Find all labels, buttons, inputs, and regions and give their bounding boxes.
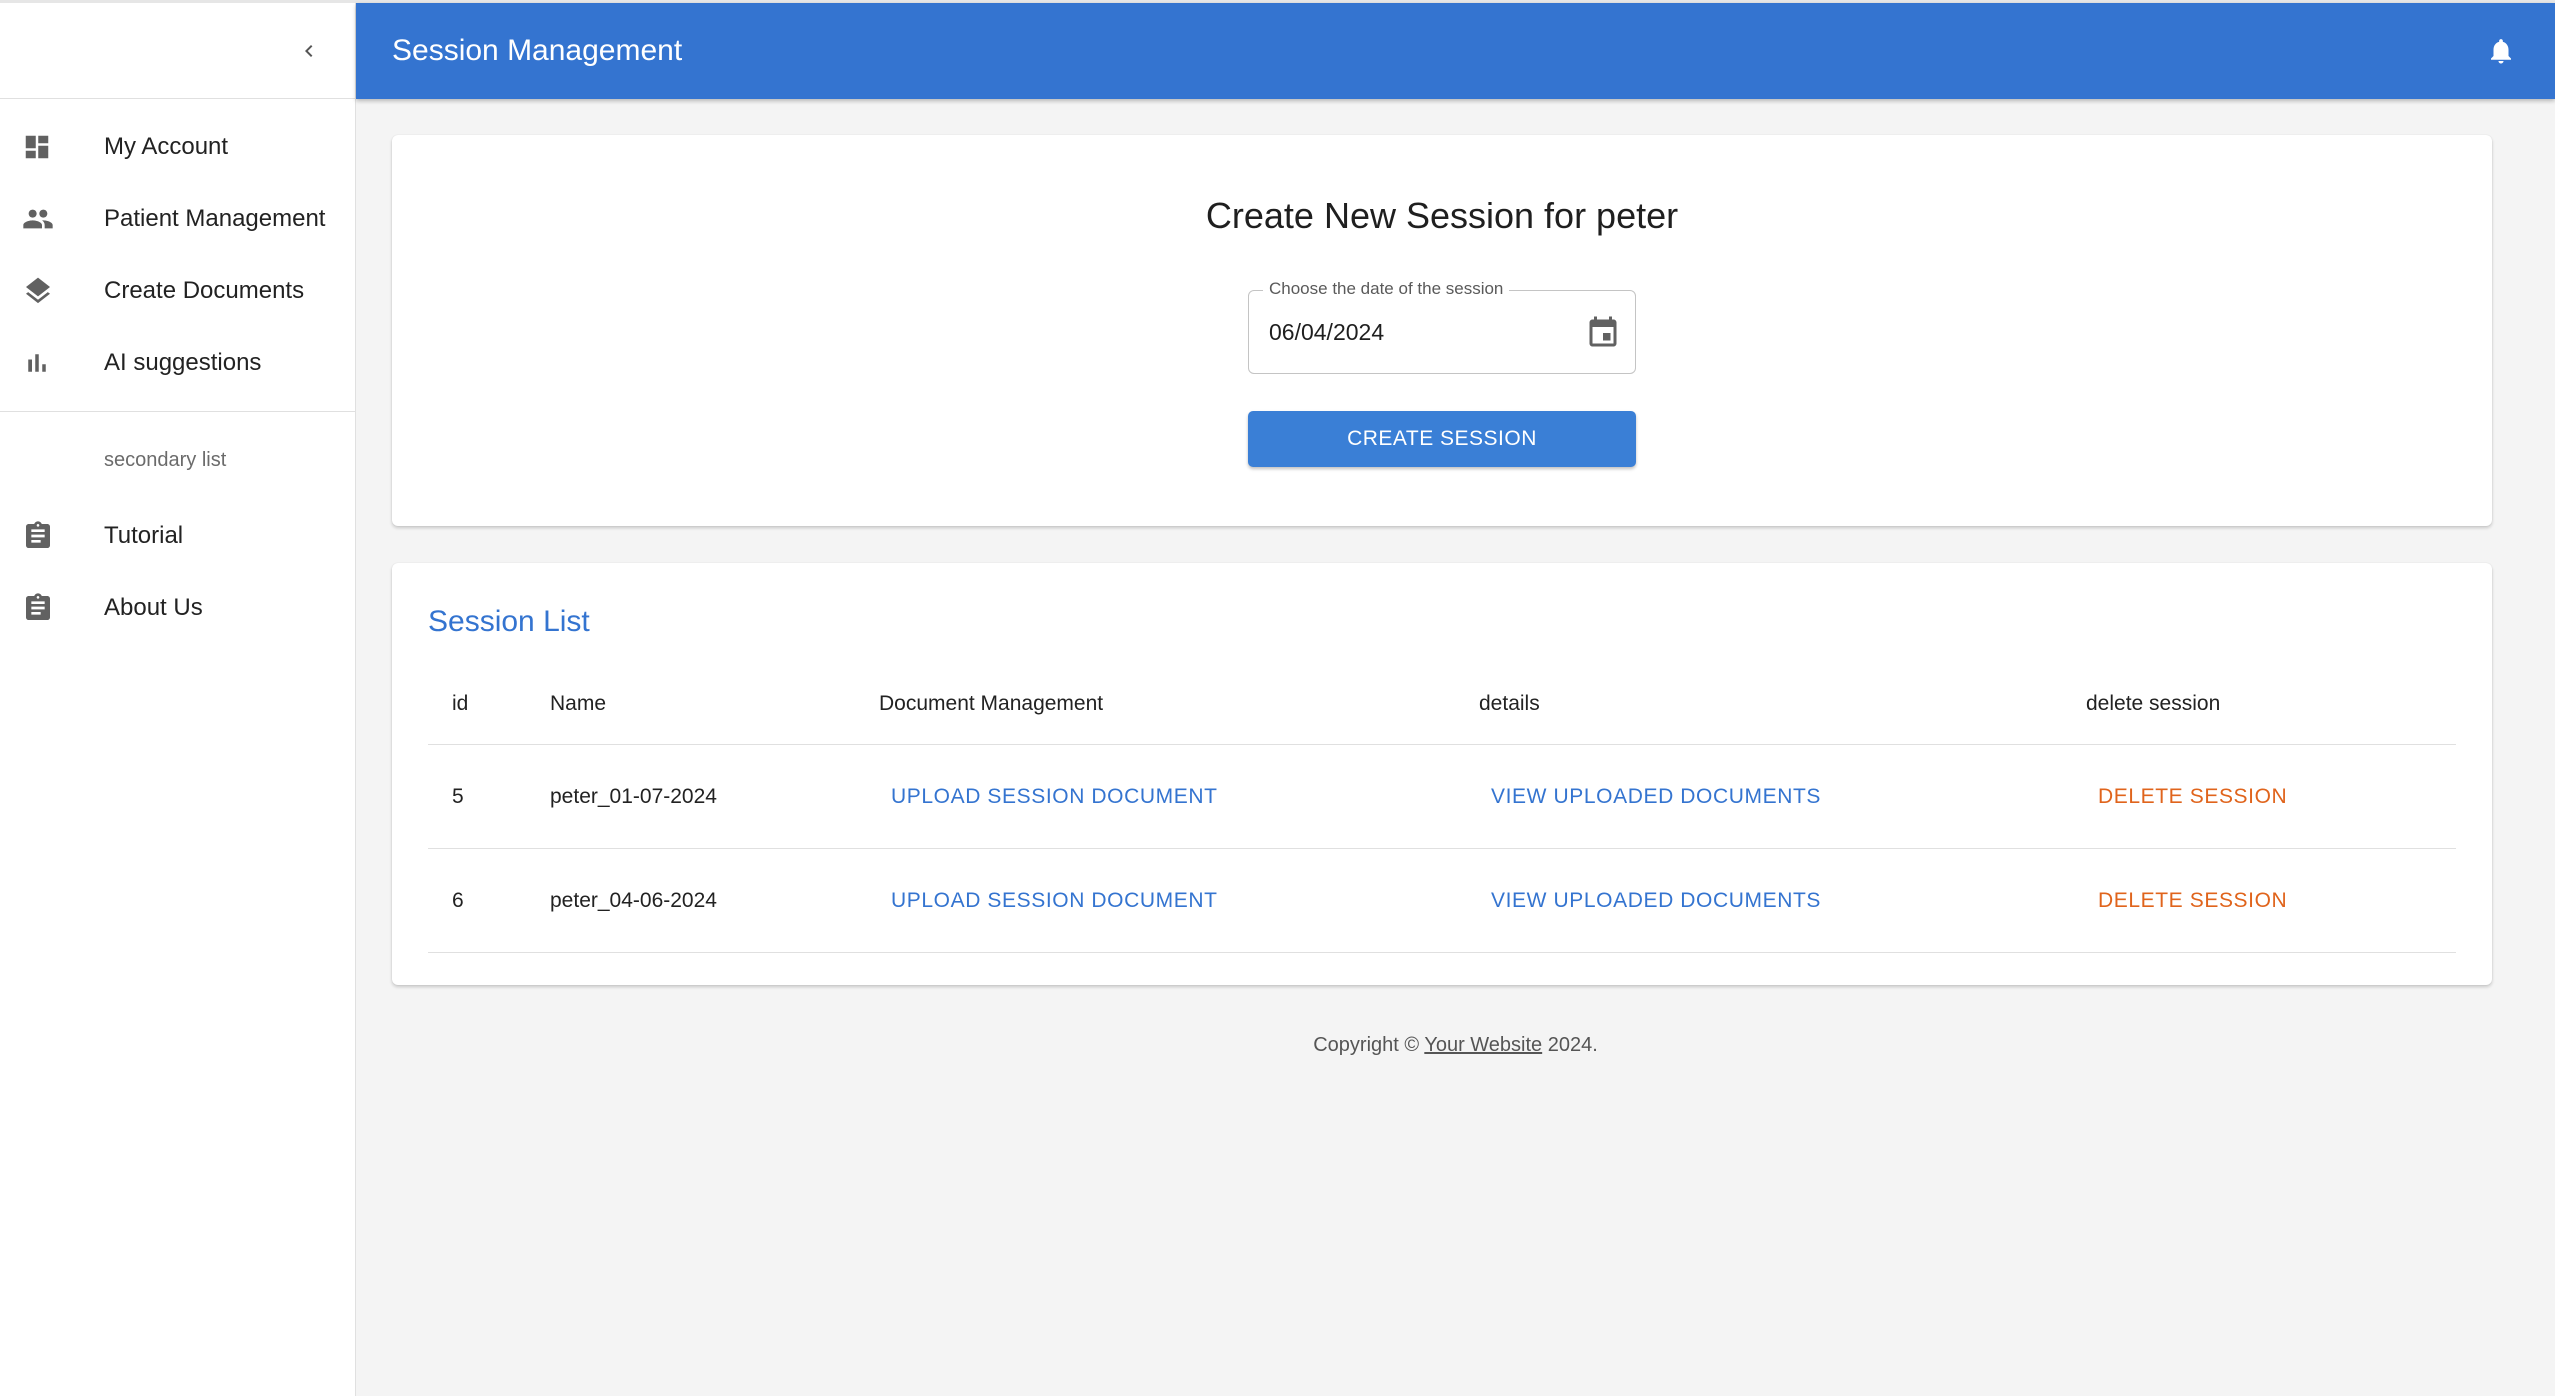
upload-session-document-button[interactable]: UPLOAD SESSION DOCUMENT	[879, 883, 1230, 919]
view-uploaded-documents-button[interactable]: VIEW UPLOADED DOCUMENTS	[1479, 883, 1833, 919]
session-name: peter_01-07-2024	[550, 784, 717, 808]
session-id: 6	[452, 888, 464, 912]
sidebar-item-label: My Account	[104, 133, 229, 160]
footer: Copyright © Your Website 2024.	[356, 1034, 2555, 1057]
sidebar: My Account Patient Management Create Doc…	[0, 3, 356, 1396]
session-table: id Name Document Management details dele…	[428, 663, 2456, 953]
column-header-document-management: Document Management	[879, 691, 1104, 715]
sidebar-item-my-account[interactable]: My Account	[0, 111, 355, 183]
assignment-icon	[0, 520, 104, 552]
column-header-id: id	[452, 691, 469, 715]
assignment-icon	[0, 592, 104, 624]
notifications-button[interactable]	[2481, 31, 2521, 71]
layers-icon	[0, 275, 104, 307]
sidebar-header	[0, 3, 355, 99]
column-header-name: Name	[550, 691, 607, 715]
create-session-card: Create New Session for peter Choose the …	[392, 135, 2492, 526]
session-date-label: Choose the date of the session	[1263, 279, 1510, 299]
dashboard-icon	[0, 132, 104, 162]
delete-session-button[interactable]: DELETE SESSION	[2086, 779, 2299, 815]
view-uploaded-documents-button[interactable]: VIEW UPLOADED DOCUMENTS	[1479, 779, 1833, 815]
table-row: 5 peter_01-07-2024 UPLOAD SESSION DOCUME…	[428, 745, 2456, 849]
session-list-title: Session List	[428, 605, 590, 638]
secondary-nav-list: Tutorial About Us	[0, 500, 355, 644]
sidebar-item-label: AI suggestions	[104, 349, 262, 376]
session-date-value: 06/04/2024	[1269, 319, 1385, 345]
secondary-list-header: secondary list	[104, 448, 227, 471]
sidebar-item-create-documents[interactable]: Create Documents	[0, 255, 355, 327]
calendar-icon[interactable]	[1585, 315, 1621, 351]
website-link[interactable]: Your Website	[1424, 1034, 1542, 1056]
primary-nav-list: My Account Patient Management Create Doc…	[0, 99, 355, 412]
copyright-suffix: 2024.	[1542, 1034, 1598, 1056]
bar-chart-icon	[0, 348, 104, 378]
app-bar: Session Management	[356, 3, 2555, 99]
column-header-details: details	[1479, 691, 1540, 715]
session-id: 5	[452, 784, 464, 808]
session-date-field[interactable]: Choose the date of the session 06/04/202…	[1248, 279, 1636, 374]
sidebar-item-label: Tutorial	[104, 522, 184, 549]
column-header-delete-session: delete session	[2086, 691, 2221, 715]
sidebar-item-ai-suggestions[interactable]: AI suggestions	[0, 327, 355, 399]
sidebar-item-label: Patient Management	[104, 205, 326, 232]
page-title: Session Management	[392, 34, 683, 67]
sidebar-item-label: About Us	[104, 594, 203, 621]
session-name: peter_04-06-2024	[550, 888, 717, 912]
sidebar-item-label: Create Documents	[104, 277, 305, 304]
delete-session-button[interactable]: DELETE SESSION	[2086, 883, 2299, 919]
bell-icon	[2491, 39, 2511, 64]
sidebar-item-about-us[interactable]: About Us	[0, 572, 355, 644]
sidebar-item-tutorial[interactable]: Tutorial	[0, 500, 355, 572]
sidebar-item-patient-management[interactable]: Patient Management	[0, 183, 355, 255]
collapse-sidebar-button[interactable]	[291, 33, 327, 69]
upload-session-document-button[interactable]: UPLOAD SESSION DOCUMENT	[879, 779, 1230, 815]
people-icon	[0, 203, 104, 235]
session-list-card: Session List id Name Document Management…	[392, 563, 2492, 985]
create-session-button[interactable]: CREATE SESSION	[1248, 411, 1636, 467]
table-header-row: id Name Document Management details dele…	[428, 663, 2456, 745]
create-session-title: Create New Session for peter	[1205, 195, 1679, 236]
chevron-left-icon	[305, 45, 313, 57]
copyright-prefix: Copyright ©	[1313, 1034, 1425, 1056]
table-row: 6 peter_04-06-2024 UPLOAD SESSION DOCUME…	[428, 849, 2456, 953]
